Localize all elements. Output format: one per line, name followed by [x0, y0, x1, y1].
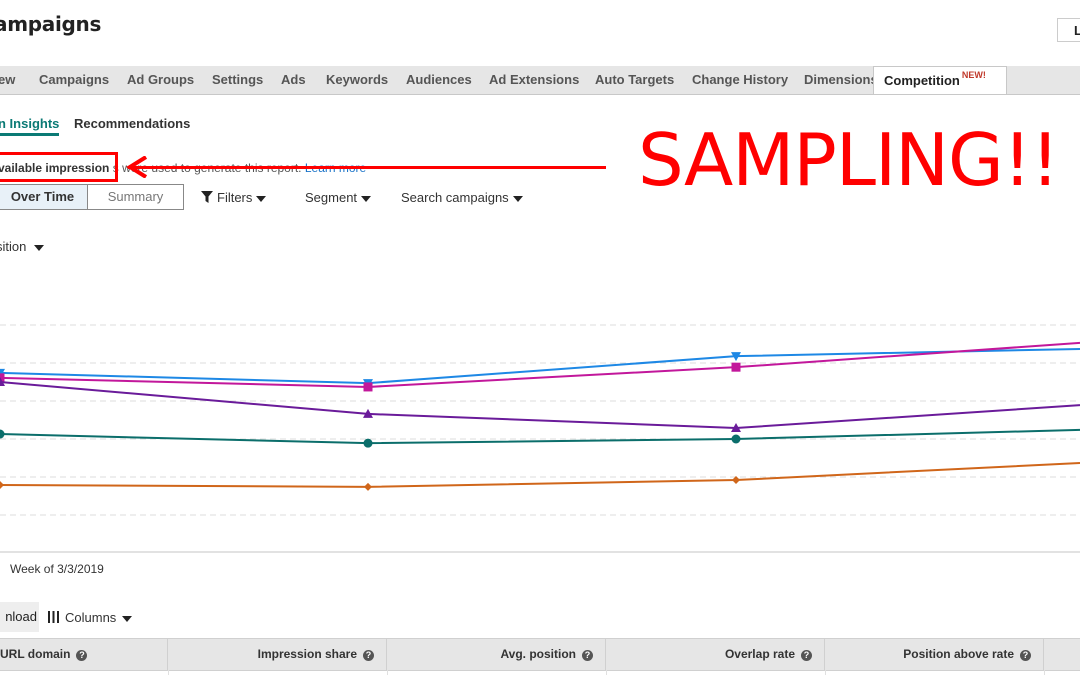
- series-2: [0, 341, 1080, 392]
- metric-label: sition: [0, 239, 27, 254]
- row-separator: [168, 670, 169, 675]
- row-separator: [387, 670, 388, 675]
- download-button[interactable]: nload: [0, 602, 39, 632]
- tab-competition[interactable]: Competition NEW!: [873, 66, 1007, 94]
- help-icon[interactable]: ?: [363, 650, 374, 661]
- chevron-down-icon: [256, 195, 267, 202]
- filters-dropdown[interactable]: Filters: [201, 190, 267, 205]
- tab-campaigns[interactable]: Campaigns: [39, 66, 109, 94]
- column-header-url-domain[interactable]: URL domain?: [0, 639, 168, 670]
- series-line: [0, 381, 1080, 429]
- tab-keywords[interactable]: Keywords: [326, 66, 388, 94]
- annotation-arrow-line: [128, 166, 606, 169]
- annotation-arrow-head-icon: [126, 156, 148, 178]
- data-point[interactable]: [0, 429, 5, 439]
- column-header-label: Impression share: [257, 647, 357, 661]
- help-icon[interactable]: ?: [582, 650, 593, 661]
- new-badge: NEW!: [961, 70, 986, 80]
- columns-label: Columns: [65, 610, 117, 625]
- tab-overview[interactable]: ew: [0, 66, 15, 94]
- chevron-down-icon: [122, 615, 133, 622]
- columns-icon: [48, 611, 59, 623]
- chevron-down-icon: [361, 195, 372, 202]
- tab-audiences[interactable]: Audiences: [406, 66, 472, 94]
- data-point[interactable]: [363, 382, 373, 392]
- tab-change-history[interactable]: Change History: [692, 66, 788, 94]
- main-tab-bar: ew Campaigns Ad Groups Settings Ads Keyw…: [0, 66, 1080, 95]
- page-title: ampaigns: [0, 12, 102, 36]
- column-header-position-above-rate[interactable]: Position above rate?: [825, 639, 1044, 670]
- help-icon[interactable]: ?: [1020, 650, 1031, 661]
- x-axis-label: Week of 3/3/2019: [10, 562, 104, 576]
- data-point[interactable]: [364, 482, 372, 491]
- help-icon[interactable]: ?: [801, 650, 812, 661]
- series-line: [0, 341, 1080, 388]
- columns-dropdown[interactable]: Columns: [48, 610, 133, 625]
- sampling-annotation: SAMPLING!!: [638, 118, 1060, 202]
- search-campaigns-label: Search campaigns: [401, 190, 509, 205]
- top-right-button[interactable]: L: [1057, 18, 1080, 42]
- filter-funnel-icon: [201, 191, 213, 203]
- tab-auto-targets[interactable]: Auto Targets: [595, 66, 674, 94]
- subtab-auction-insights[interactable]: n Insights: [0, 116, 60, 136]
- line-chart: [0, 324, 1080, 553]
- segment-label: Segment: [305, 190, 358, 205]
- column-header-label: Overlap rate: [724, 647, 795, 661]
- column-header-label: Avg. position: [500, 647, 576, 661]
- series-line: [0, 461, 1080, 488]
- data-point[interactable]: [0, 480, 4, 489]
- column-header-extra[interactable]: [1044, 639, 1080, 670]
- view-over-time-button[interactable]: Over Time: [0, 184, 88, 210]
- subtab-recommendations[interactable]: Recommendations: [74, 116, 190, 131]
- row-separator: [825, 670, 826, 675]
- tab-dimensions[interactable]: Dimensions: [804, 66, 878, 94]
- segment-dropdown[interactable]: Segment: [305, 190, 372, 205]
- table-header: URL domain? Impression share? Avg. posit…: [0, 638, 1080, 671]
- row-separator: [1044, 670, 1045, 675]
- row-separator: [606, 670, 607, 675]
- series-3: [0, 377, 1080, 432]
- data-point[interactable]: [731, 434, 741, 444]
- data-point[interactable]: [363, 438, 373, 448]
- data-point[interactable]: [731, 362, 741, 372]
- column-header-label: URL domain: [0, 647, 71, 661]
- tab-settings[interactable]: Settings: [212, 66, 263, 94]
- search-campaigns-dropdown[interactable]: Search campaigns: [401, 190, 523, 205]
- chevron-down-icon: [34, 244, 45, 251]
- metric-dropdown[interactable]: sition: [0, 239, 45, 254]
- column-header-overlap-rate[interactable]: Overlap rate?: [606, 639, 825, 670]
- view-summary-button[interactable]: Summary: [87, 184, 184, 210]
- chevron-down-icon: [512, 195, 523, 202]
- series-line: [0, 428, 1080, 445]
- column-header-impression-share[interactable]: Impression share?: [168, 639, 387, 670]
- tab-ad-groups[interactable]: Ad Groups: [127, 66, 194, 94]
- help-icon[interactable]: ?: [76, 650, 88, 661]
- annotation-highlight-box: [0, 152, 118, 182]
- tab-ads[interactable]: Ads: [281, 66, 306, 94]
- tab-ad-extensions[interactable]: Ad Extensions: [489, 66, 579, 94]
- column-header-label: Position above rate: [903, 647, 1014, 661]
- column-header-avg-position[interactable]: Avg. position?: [387, 639, 606, 670]
- tab-competition-label: Competition: [884, 73, 960, 88]
- filters-label: Filters: [217, 190, 253, 205]
